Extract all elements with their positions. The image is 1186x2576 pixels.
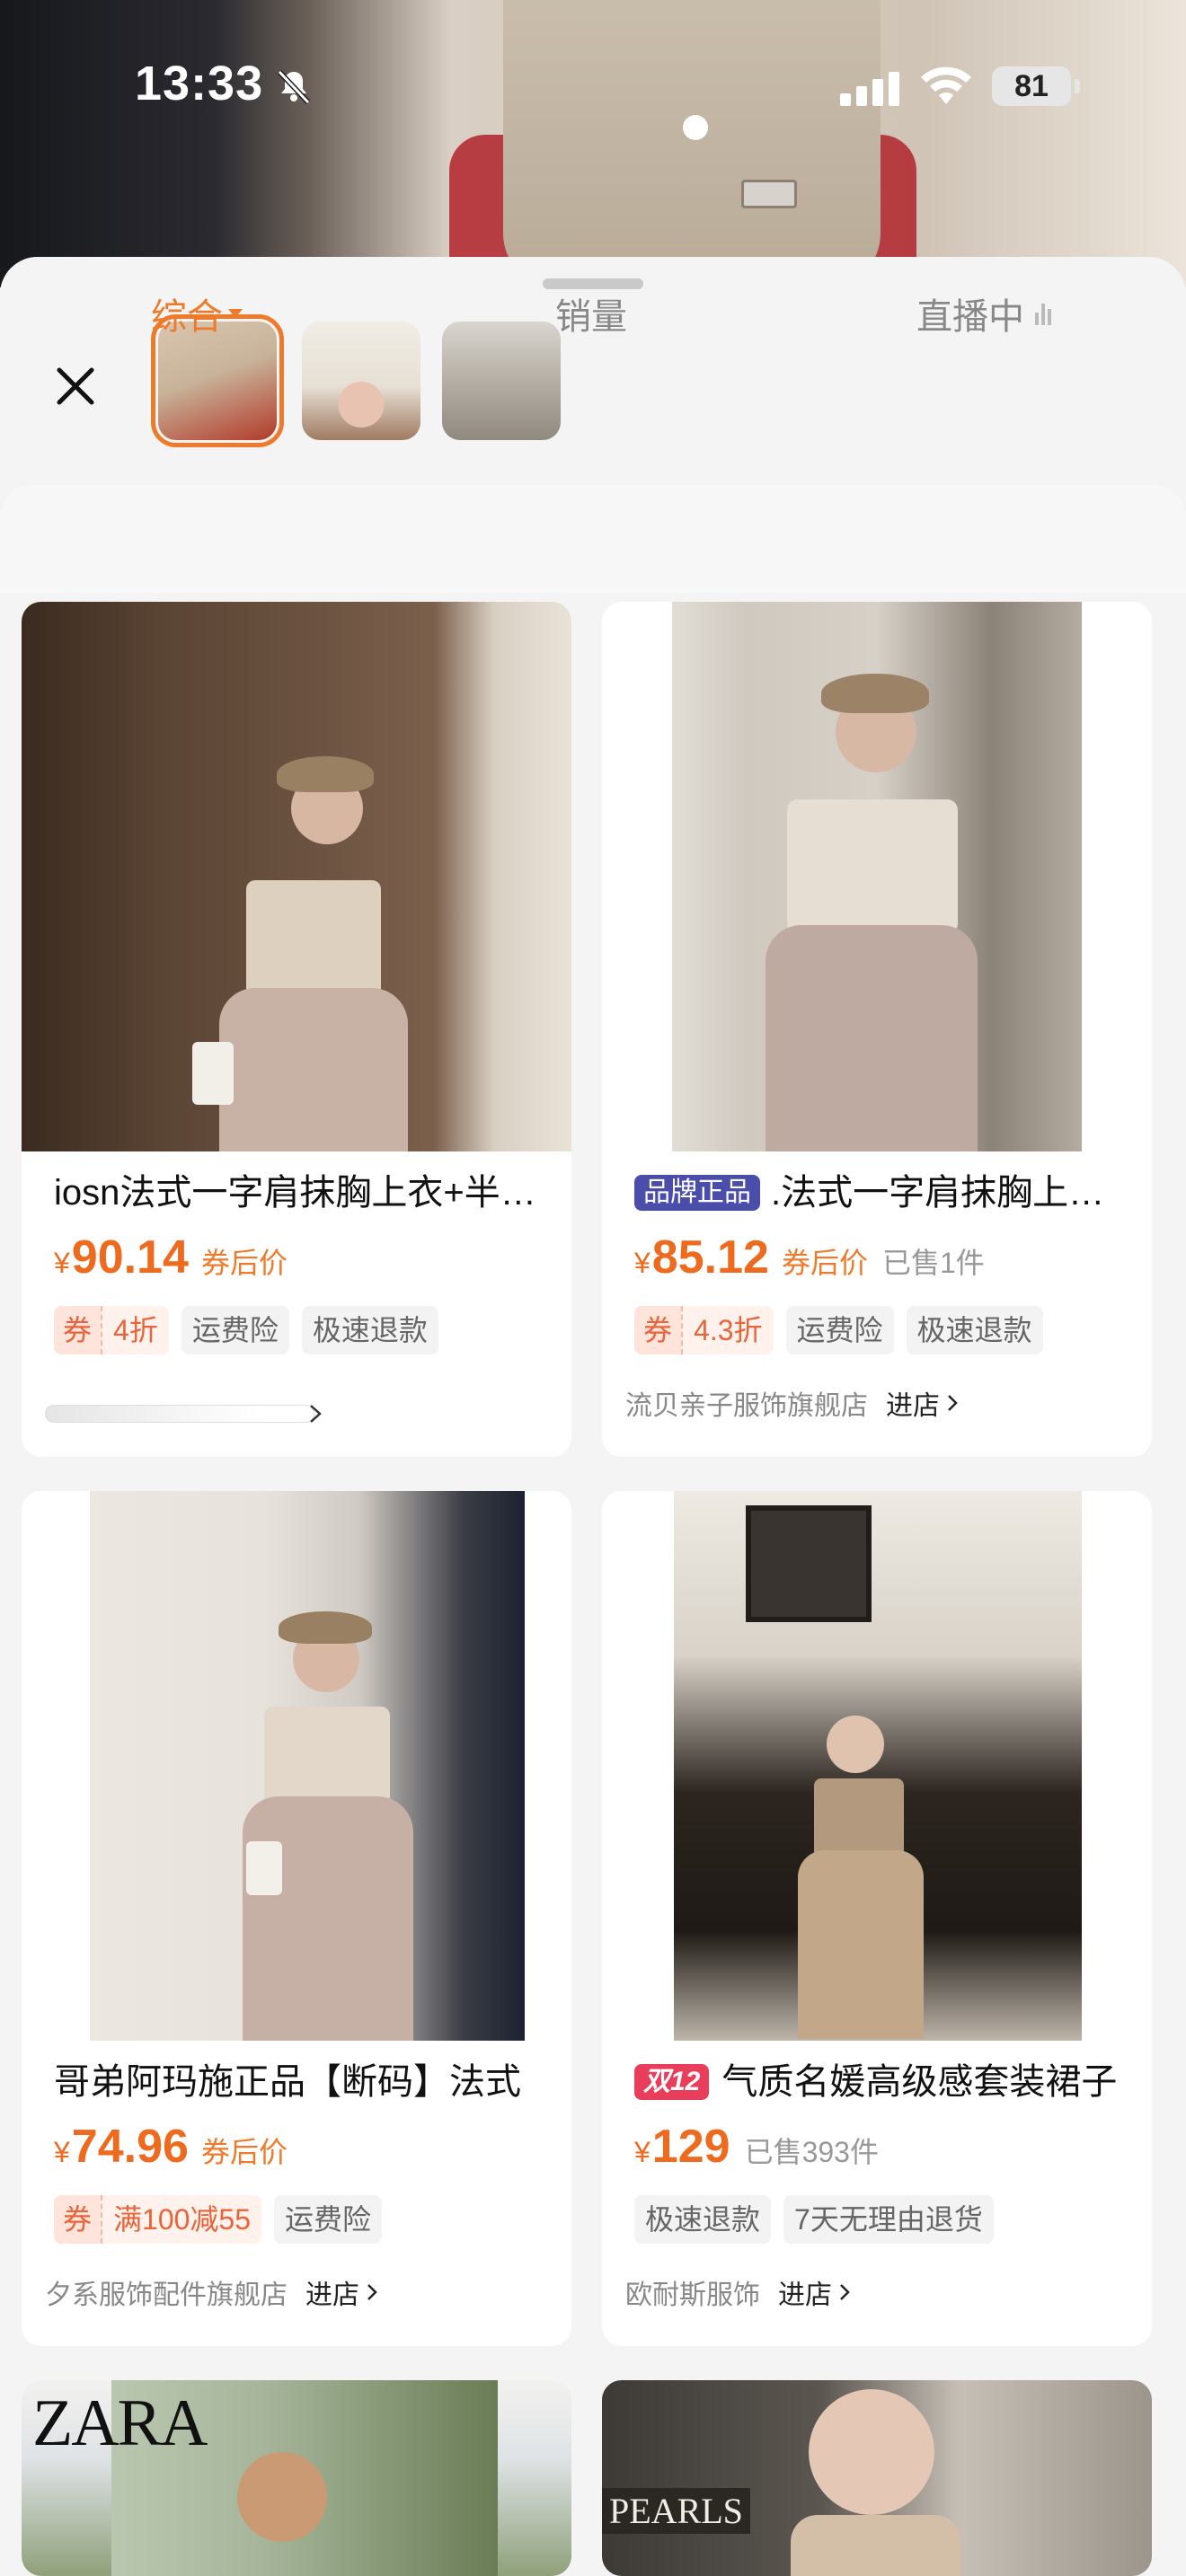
search-thumbnail-3[interactable] bbox=[442, 322, 561, 440]
service-tag: 极速退款 bbox=[906, 1306, 1043, 1354]
tab-live[interactable]: 直播中 bbox=[916, 287, 1051, 340]
price-row: ¥ 85.12 券后价 已售1件 bbox=[634, 1231, 985, 1288]
price-value: 129 bbox=[651, 2121, 730, 2173]
product-image[interactable] bbox=[602, 1491, 1152, 2041]
price-row: ¥ 129 已售393件 bbox=[634, 2120, 879, 2177]
product-card-3[interactable]: 哥弟阿玛施正品【断码】法式 ¥ 74.96 券后价 券 满100减55 运费险 … bbox=[22, 1491, 571, 2346]
product-card-2[interactable]: 品牌正品 .法式一字肩抹胸上衣半身裙 ¥ 85.12 券后价 已售1件 券 4.… bbox=[602, 602, 1152, 1457]
wifi-icon bbox=[921, 66, 971, 104]
product-image[interactable]: PEARLS bbox=[602, 2380, 1152, 2576]
tab-label: 直播中 bbox=[916, 297, 1024, 337]
close-button[interactable] bbox=[40, 350, 111, 422]
tab-comprehensive[interactable]: 综合 bbox=[151, 287, 243, 340]
shop-name: 流贝亲子服饰旗舰店 bbox=[625, 1391, 868, 1421]
price-value: 85.12 bbox=[651, 1231, 769, 1284]
double12-badge: 双12 bbox=[634, 2064, 710, 2100]
shop-row[interactable]: 流贝亲子服饰旗舰店 进店 bbox=[625, 1383, 960, 1423]
coupon-tag: 券 满100减55 bbox=[54, 2195, 262, 2244]
close-icon bbox=[57, 367, 94, 405]
price-row: ¥ 74.96 券后价 bbox=[54, 2120, 288, 2177]
product-image[interactable] bbox=[22, 602, 571, 1151]
caret-down-icon bbox=[228, 309, 243, 318]
tag-row: 极速退款 7天无理由退货 bbox=[634, 2195, 994, 2244]
shop-row[interactable]: 夕系服饰配件旗舰店 进店 bbox=[45, 2272, 379, 2312]
service-tag: 极速退款 bbox=[634, 2195, 772, 2244]
enter-shop-link[interactable]: 进店 bbox=[305, 2272, 379, 2312]
status-bar: 13:33 81 bbox=[0, 0, 1186, 171]
search-thumbnail-2[interactable] bbox=[302, 322, 420, 440]
battery-indicator: 81 bbox=[992, 66, 1080, 106]
product-image[interactable] bbox=[602, 602, 1152, 1151]
tag-row: 券 4.3折 运费险 极速退款 bbox=[634, 1306, 1043, 1354]
sort-tabs bbox=[0, 485, 1186, 593]
signal-icon bbox=[840, 72, 899, 106]
status-time: 13:33 bbox=[135, 57, 264, 110]
shop-row[interactable]: 欧耐斯服饰 进店 bbox=[625, 2272, 852, 2312]
tab-label: 综合 bbox=[151, 297, 223, 337]
shop-name: 夕系服饰配件旗舰店 bbox=[45, 2280, 288, 2310]
shop-row[interactable] bbox=[45, 1403, 323, 1425]
sold-count: 已售393件 bbox=[744, 2136, 879, 2168]
shop-name: 欧耐斯服饰 bbox=[625, 2280, 760, 2310]
coupon-tag: 券 4折 bbox=[54, 1306, 169, 1354]
price-note: 券后价 bbox=[200, 1247, 288, 1279]
service-tag: 运费险 bbox=[274, 2195, 383, 2244]
product-title[interactable]: 哥弟阿玛施正品【断码】法式 bbox=[54, 2057, 553, 2107]
brand-badge: 品牌正品 bbox=[634, 1175, 760, 1211]
product-image[interactable] bbox=[22, 1491, 571, 2041]
price-currency: ¥ bbox=[54, 2136, 70, 2168]
product-card-5[interactable]: ZARA bbox=[22, 2380, 571, 2576]
price-currency: ¥ bbox=[54, 1247, 70, 1279]
tag-row: 券 4折 运费险 极速退款 bbox=[54, 1306, 438, 1354]
price-note: 券后价 bbox=[200, 2136, 288, 2168]
service-tag: 极速退款 bbox=[301, 1306, 438, 1354]
product-title[interactable]: 品牌正品 .法式一字肩抹胸上衣半身裙 bbox=[634, 1168, 1134, 1218]
service-tag: 7天无理由退货 bbox=[783, 2195, 994, 2244]
chevron-right-icon bbox=[367, 2284, 377, 2300]
sold-count: 已售1件 bbox=[881, 1247, 985, 1279]
enter-shop-link[interactable]: 进店 bbox=[778, 2272, 852, 2312]
chevron-right-icon bbox=[310, 1405, 322, 1423]
product-card-4[interactable]: 双12 气质名媛高级感套装裙子 ¥ 129 已售393件 极速退款 7天无理由退… bbox=[602, 1491, 1152, 2346]
live-bars-icon bbox=[1035, 302, 1051, 325]
price-currency: ¥ bbox=[634, 2136, 651, 2168]
tab-sales[interactable]: 销量 bbox=[555, 287, 627, 340]
coupon-tag: 券 4.3折 bbox=[634, 1306, 774, 1354]
product-image[interactable]: ZARA bbox=[22, 2380, 571, 2576]
shop-placeholder bbox=[45, 1405, 314, 1423]
chevron-right-icon bbox=[840, 2284, 850, 2300]
product-card-6[interactable]: PEARLS bbox=[602, 2380, 1152, 2576]
price-value: 90.14 bbox=[71, 1231, 189, 1284]
enter-shop-link[interactable]: 进店 bbox=[886, 1383, 960, 1423]
service-tag: 运费险 bbox=[181, 1306, 289, 1354]
product-title[interactable]: 双12 气质名媛高级感套装裙子 bbox=[634, 2057, 1134, 2107]
zara-logo: ZARA bbox=[32, 2386, 208, 2460]
price-note: 券后价 bbox=[781, 1247, 868, 1279]
price-value: 74.96 bbox=[71, 2121, 189, 2173]
price-currency: ¥ bbox=[634, 1247, 651, 1279]
store-sign: PEARLS bbox=[602, 2488, 750, 2534]
bell-muted-icon bbox=[277, 69, 311, 105]
price-row: ¥ 90.14 券后价 bbox=[54, 1231, 288, 1288]
chevron-right-icon bbox=[948, 1395, 958, 1411]
product-title[interactable]: iosn法式一字肩抹胸上衣+半身裙 bbox=[54, 1168, 553, 1218]
service-tag: 运费险 bbox=[785, 1306, 894, 1354]
tab-label: 销量 bbox=[555, 297, 627, 337]
tag-row: 券 满100减55 运费险 bbox=[54, 2195, 383, 2244]
product-card-1[interactable]: iosn法式一字肩抹胸上衣+半身裙 ¥ 90.14 券后价 券 4折 运费险 极… bbox=[22, 602, 571, 1457]
